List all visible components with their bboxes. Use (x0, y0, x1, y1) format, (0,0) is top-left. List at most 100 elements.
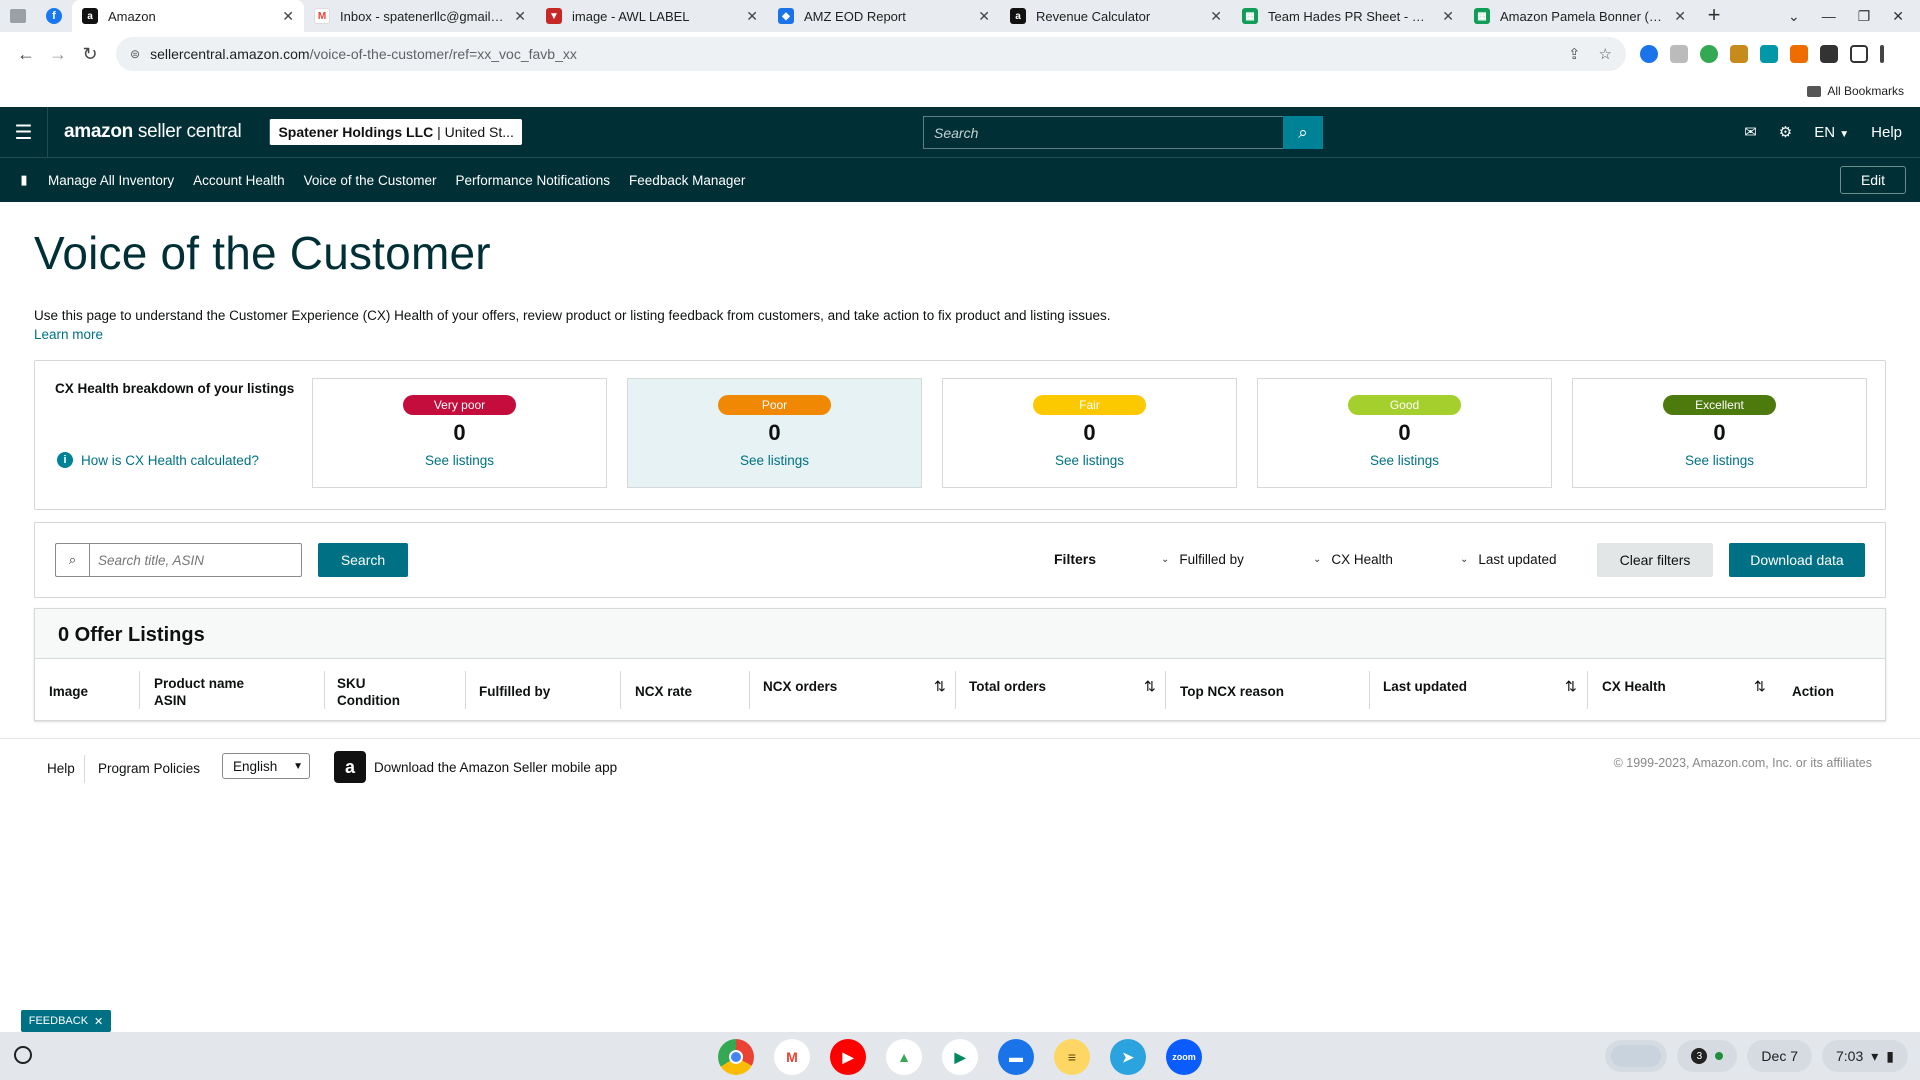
cx-box-very-poor[interactable]: Very poor 0 See listings (312, 378, 607, 488)
launcher-icon[interactable] (14, 1046, 32, 1064)
see-listings-link[interactable]: See listings (1573, 453, 1866, 468)
tab-revenue-calculator[interactable]: a Revenue Calculator ✕ (1000, 0, 1232, 32)
minimize-icon[interactable]: — (1822, 8, 1836, 24)
cx-box-poor[interactable]: Poor 0 See listings (627, 378, 922, 488)
footer-app-link[interactable]: a Download the Amazon Seller mobile app (334, 751, 617, 783)
back-icon[interactable]: ← (10, 38, 42, 70)
close-icon[interactable]: ✕ (1674, 8, 1686, 25)
feedback-tab[interactable]: FEEDBACK ✕ (21, 1010, 111, 1032)
bookmark-star-icon[interactable]: ☆ (1599, 45, 1612, 63)
share-icon[interactable]: ⇪ (1568, 45, 1581, 63)
settings-gear-icon[interactable]: ⚙ (1779, 123, 1792, 141)
extension-icon[interactable] (1670, 45, 1688, 63)
chrome-icon[interactable] (718, 1039, 754, 1075)
system-tray[interactable]: 7:03 ▾ ▮ (1822, 1040, 1908, 1072)
restore-icon[interactable]: ❐ (1858, 8, 1871, 25)
files-icon[interactable]: ▬ (998, 1039, 1034, 1075)
forward-icon[interactable]: → (42, 38, 74, 70)
play-store-icon[interactable]: ▶ (942, 1039, 978, 1075)
tab-eod-report[interactable]: ◆ AMZ EOD Report ✕ (768, 0, 1000, 32)
sort-icon[interactable]: ⇅ (934, 678, 946, 695)
fulfilled-by-dropdown[interactable]: ⌄ Fulfilled by (1161, 552, 1244, 567)
side-panel-icon[interactable] (1850, 45, 1868, 63)
hamburger-menu-icon[interactable]: ☰ (0, 107, 48, 157)
close-icon[interactable]: ✕ (1442, 8, 1454, 25)
download-data-button[interactable]: Download data (1729, 543, 1865, 577)
cx-health-how-link[interactable]: i How is CX Health calculated? (57, 452, 259, 468)
zoom-icon[interactable]: zoom (1166, 1039, 1202, 1075)
sort-icon[interactable]: ⇅ (1144, 678, 1156, 695)
header-search-button[interactable]: ⌕ (1283, 116, 1323, 149)
extension-icon[interactable] (1790, 45, 1808, 63)
clear-filters-button[interactable]: Clear filters (1597, 543, 1713, 577)
close-icon[interactable]: ✕ (978, 8, 990, 25)
header-search-input[interactable]: Search (923, 116, 1283, 149)
telegram-icon[interactable]: ➤ (1110, 1039, 1146, 1075)
extension-icon[interactable] (1640, 45, 1658, 63)
col-total-orders[interactable]: Total orders (969, 678, 1046, 695)
tab-awl-label[interactable]: ▼ image - AWL LABEL ✕ (536, 0, 768, 32)
extension-icon[interactable] (1700, 45, 1718, 63)
puzzle-icon[interactable] (1820, 45, 1838, 63)
learn-more-link[interactable]: Learn more (34, 327, 1886, 342)
mail-icon[interactable]: ✉ (1744, 123, 1757, 141)
search-button[interactable]: Search (318, 543, 408, 577)
account-switcher[interactable]: Spatener Holdings LLC | United St... (269, 119, 522, 145)
reload-icon[interactable]: ↻ (74, 38, 106, 70)
cx-health-dropdown[interactable]: ⌄ CX Health (1313, 552, 1393, 567)
listing-search-input[interactable]: Search title, ASIN (90, 544, 301, 576)
cx-box-good[interactable]: Good 0 See listings (1257, 378, 1552, 488)
gmail-icon[interactable]: M (774, 1039, 810, 1075)
menu-dots-icon[interactable] (1880, 45, 1884, 63)
close-icon[interactable]: ✕ (282, 8, 294, 25)
phone-hub[interactable] (1605, 1040, 1668, 1072)
close-icon[interactable]: ✕ (1210, 8, 1222, 25)
all-bookmarks-link[interactable]: All Bookmarks (1827, 84, 1904, 98)
pinned-tab-facebook[interactable]: f (36, 0, 72, 32)
subnav-performance-notifications[interactable]: Performance Notifications (455, 173, 610, 188)
tab-gmail[interactable]: M Inbox - spatenerllc@gmail.com ✕ (304, 0, 536, 32)
col-ncx-orders[interactable]: NCX orders (763, 678, 837, 695)
footer-help-link[interactable]: Help (47, 761, 75, 776)
subnav-voice-of-customer[interactable]: Voice of the Customer (304, 173, 437, 188)
tab-amazon[interactable]: a Amazon ✕ (72, 0, 304, 32)
new-tab-button[interactable]: + (1696, 0, 1732, 32)
date-display[interactable]: Dec 7 (1747, 1040, 1812, 1072)
seller-central-logo[interactable]: amazon seller central (64, 121, 242, 143)
pinned-tab-apps[interactable] (0, 0, 36, 32)
notes-icon[interactable]: ≡ (1054, 1039, 1090, 1075)
sort-icon[interactable]: ⇅ (1565, 678, 1577, 695)
extension-icon[interactable] (1730, 45, 1748, 63)
see-listings-link[interactable]: See listings (1258, 453, 1551, 468)
edit-bookmarks-button[interactable]: Edit (1840, 166, 1906, 194)
sort-icon[interactable]: ⇅ (1754, 678, 1766, 695)
tab-pamela-bonner[interactable]: ▦ Amazon Pamela Bonner (Dr B ✕ (1464, 0, 1696, 32)
see-listings-link[interactable]: See listings (628, 453, 921, 468)
close-icon[interactable]: ✕ (746, 8, 758, 25)
subnav-manage-inventory[interactable]: Manage All Inventory (48, 173, 174, 188)
tab-team-hades[interactable]: ▦ Team Hades PR Sheet - Google ✕ (1232, 0, 1464, 32)
cx-box-excellent[interactable]: Excellent 0 See listings (1572, 378, 1867, 488)
footer-policies-link[interactable]: Program Policies (98, 761, 200, 776)
see-listings-link[interactable]: See listings (313, 453, 606, 468)
cx-box-fair[interactable]: Fair 0 See listings (942, 378, 1237, 488)
url-input[interactable]: ⊜ sellercentral.amazon.com/voice-of-the-… (116, 37, 1626, 71)
drive-icon[interactable]: ▲ (886, 1039, 922, 1075)
language-selector[interactable]: EN ▼ (1814, 124, 1849, 141)
col-cx-health[interactable]: CX Health (1602, 678, 1666, 695)
site-info-icon[interactable]: ⊜ (130, 47, 140, 61)
notifications[interactable]: 3 (1677, 1040, 1738, 1072)
help-link[interactable]: Help (1871, 124, 1902, 141)
see-listings-link[interactable]: See listings (943, 453, 1236, 468)
close-icon[interactable]: ✕ (94, 1015, 103, 1028)
subnav-feedback-manager[interactable]: Feedback Manager (629, 173, 745, 188)
col-last-updated[interactable]: Last updated (1383, 678, 1467, 695)
subnav-account-health[interactable]: Account Health (193, 173, 285, 188)
youtube-icon[interactable]: ▶ (830, 1039, 866, 1075)
extension-icon[interactable] (1760, 45, 1778, 63)
close-window-icon[interactable]: ✕ (1892, 8, 1904, 25)
close-icon[interactable]: ✕ (514, 8, 526, 25)
footer-language-select[interactable]: English ▼ (222, 753, 310, 779)
tab-search-icon[interactable]: ⌄ (1788, 8, 1800, 25)
last-updated-dropdown[interactable]: ⌄ Last updated (1460, 552, 1556, 567)
